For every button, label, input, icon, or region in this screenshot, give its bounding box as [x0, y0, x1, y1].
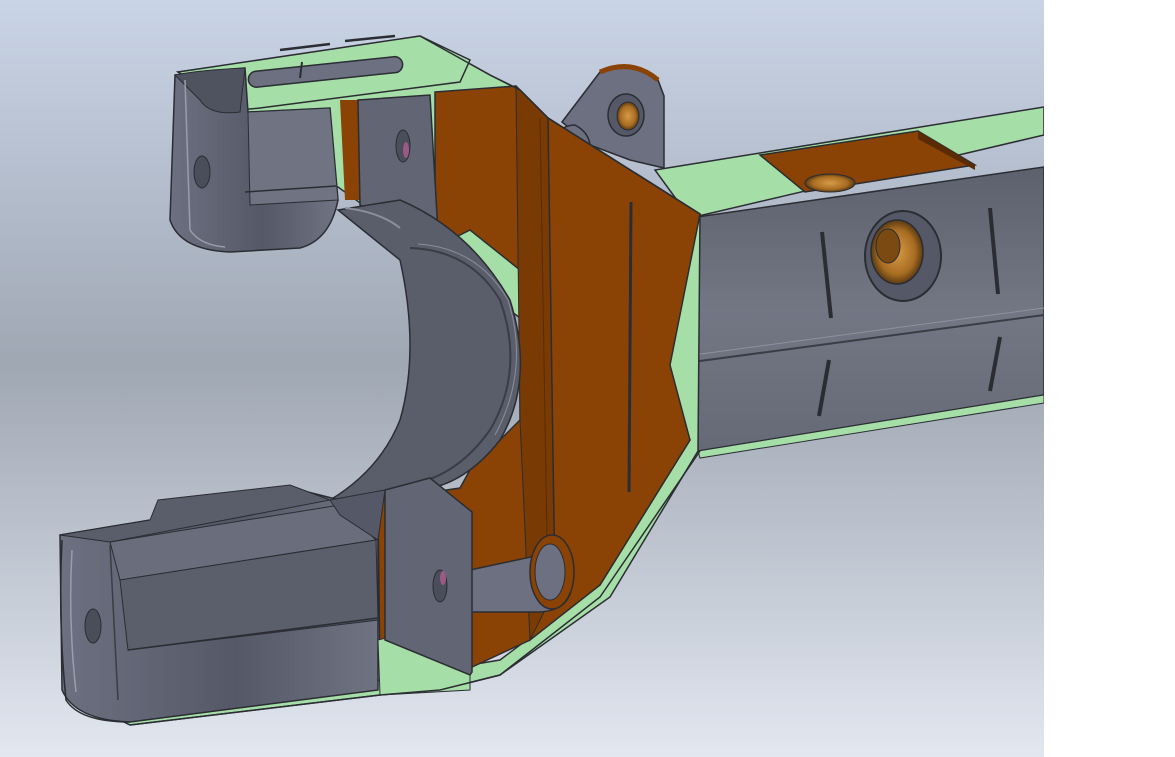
blank-side-panel: [1044, 0, 1175, 757]
arm-tube[interactable]: [653, 106, 1044, 459]
axle-housing-model[interactable]: [0, 0, 1044, 757]
cad-viewport[interactable]: [0, 0, 1044, 757]
